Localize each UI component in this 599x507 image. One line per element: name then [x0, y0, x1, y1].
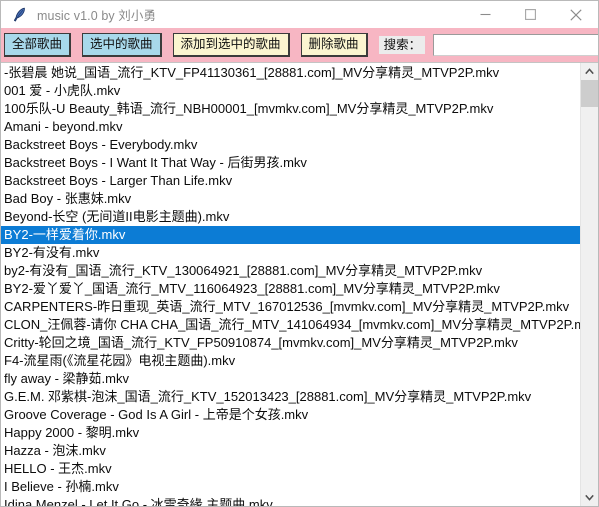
- scrollbar-track[interactable]: [581, 80, 598, 489]
- add-to-selected-songs-button[interactable]: 添加到选中的歌曲: [172, 33, 290, 57]
- list-item[interactable]: by2-有没有_国语_流行_KTV_130064921_[28881.com]_…: [1, 262, 580, 280]
- list-item[interactable]: Groove Coverage - God Is A Girl - 上帝是个女孩…: [1, 406, 580, 424]
- song-list-area: -张碧晨 她说_国语_流行_KTV_FP41130361_[28881.com]…: [1, 62, 598, 506]
- list-item[interactable]: 001 爱 - 小虎队.mkv: [1, 82, 580, 100]
- vertical-scrollbar[interactable]: [580, 63, 598, 506]
- list-item[interactable]: BY2-爱丫爱丫_国语_流行_MTV_116064923_[28881.com]…: [1, 280, 580, 298]
- selected-songs-button[interactable]: 选中的歌曲: [82, 33, 162, 57]
- list-item[interactable]: -张碧晨 她说_国语_流行_KTV_FP41130361_[28881.com]…: [1, 64, 580, 82]
- window-title: music v1.0 by 刘小勇: [37, 9, 157, 23]
- close-button[interactable]: [553, 1, 598, 28]
- list-item[interactable]: Idina Menzel - Let It Go - 冰雪奇緣 主题曲.mkv: [1, 496, 580, 506]
- list-item[interactable]: Critty-轮回之境_国语_流行_KTV_FP50910874_[mvmkv.…: [1, 334, 580, 352]
- delete-song-button[interactable]: 删除歌曲: [300, 33, 368, 57]
- list-item[interactable]: CARPENTERS-昨日重现_英语_流行_MTV_167012536_[mvm…: [1, 298, 580, 316]
- list-item-selected[interactable]: BY2-一样爱着你.mkv: [1, 226, 580, 244]
- window-controls: [463, 1, 598, 28]
- list-item[interactable]: I Believe - 孙楠.mkv: [1, 478, 580, 496]
- toolbar: 全部歌曲 选中的歌曲 添加到选中的歌曲 删除歌曲 搜索：: [1, 28, 598, 62]
- list-item[interactable]: Happy 2000 - 黎明.mkv: [1, 424, 580, 442]
- list-item[interactable]: 100乐队-U Beauty_韩语_流行_NBH00001_[mvmkv.com…: [1, 100, 580, 118]
- list-item[interactable]: Backstreet Boys - Everybody.mkv: [1, 136, 580, 154]
- feather-icon: [13, 7, 25, 21]
- list-item[interactable]: G.E.M. 邓紫棋-泡沫_国语_流行_KTV_152013423_[28881…: [1, 388, 580, 406]
- list-item[interactable]: Bad Boy - 张惠妹.mkv: [1, 190, 580, 208]
- list-item[interactable]: F4-流星雨(《流星花园》电视主题曲).mkv: [1, 352, 580, 370]
- chevron-down-icon: [585, 494, 594, 501]
- chevron-up-icon: [585, 68, 594, 75]
- list-item[interactable]: fly away - 梁静茹.mkv: [1, 370, 580, 388]
- all-songs-button[interactable]: 全部歌曲: [4, 33, 72, 57]
- scroll-up-button[interactable]: [581, 63, 598, 80]
- close-icon: [569, 8, 582, 21]
- maximize-button[interactable]: [508, 1, 553, 28]
- list-item[interactable]: Backstreet Boys - I Want It That Way - 后…: [1, 154, 580, 172]
- title-bar: music v1.0 by 刘小勇: [1, 1, 598, 28]
- minimize-icon: [480, 13, 491, 16]
- search-label: 搜索：: [378, 35, 426, 55]
- list-item[interactable]: Hazza - 泡沫.mkv: [1, 442, 580, 460]
- list-item[interactable]: Beyond-长空 (无间道II电影主题曲).mkv: [1, 208, 580, 226]
- scroll-down-button[interactable]: [581, 489, 598, 506]
- list-item[interactable]: HELLO - 王杰.mkv: [1, 460, 580, 478]
- song-list[interactable]: -张碧晨 她说_国语_流行_KTV_FP41130361_[28881.com]…: [1, 64, 580, 506]
- scrollbar-thumb[interactable]: [581, 80, 598, 107]
- maximize-icon: [525, 9, 536, 20]
- app-window: music v1.0 by 刘小勇 全部歌曲 选中的歌曲 添加到选中的歌曲 删除…: [0, 0, 599, 507]
- list-item[interactable]: Backstreet Boys - Larger Than Life.mkv: [1, 172, 580, 190]
- search-input[interactable]: [433, 34, 598, 56]
- song-list-viewport: -张碧晨 她说_国语_流行_KTV_FP41130361_[28881.com]…: [1, 63, 580, 506]
- list-item[interactable]: Amani - beyond.mkv: [1, 118, 580, 136]
- list-item[interactable]: CLON_汪佩蓉-请你 CHA CHA_国语_流行_MTV_141064934_…: [1, 316, 580, 334]
- list-item[interactable]: BY2-有没有.mkv: [1, 244, 580, 262]
- minimize-button[interactable]: [463, 1, 508, 28]
